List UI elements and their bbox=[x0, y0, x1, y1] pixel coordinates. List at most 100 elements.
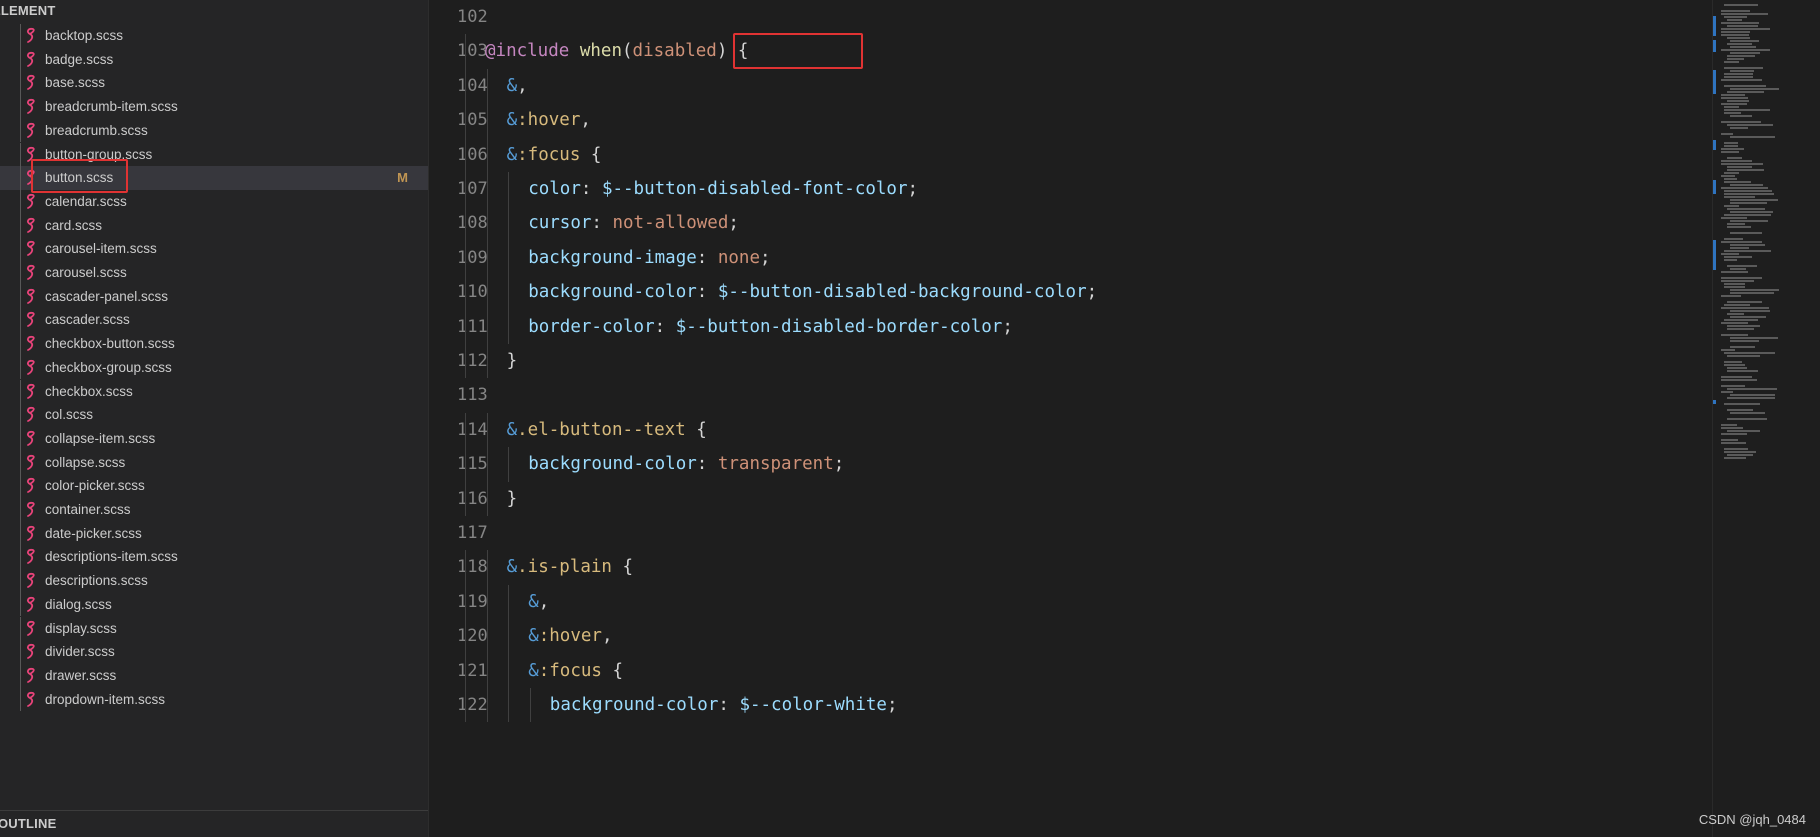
minimap-line bbox=[1730, 211, 1773, 213]
tree-indent-guide bbox=[20, 261, 21, 285]
git-modified-badge: M bbox=[397, 170, 408, 186]
code-text[interactable]: background-image: none; bbox=[528, 241, 770, 275]
code-text[interactable]: background-color: $--color-white; bbox=[550, 688, 898, 722]
code-text[interactable]: &:focus { bbox=[528, 654, 623, 688]
file-item[interactable]: dropdown-item.scss bbox=[0, 687, 428, 712]
minimap-line bbox=[1727, 301, 1762, 303]
minimap-line bbox=[1727, 157, 1742, 159]
scss-file-icon bbox=[26, 691, 35, 707]
code-text[interactable]: &, bbox=[528, 585, 549, 619]
minimap-line bbox=[1727, 25, 1758, 27]
indent-guide bbox=[465, 172, 466, 207]
file-item[interactable]: drawer.scss bbox=[0, 663, 428, 688]
minimap-line bbox=[1727, 58, 1744, 60]
code-token: ; bbox=[886, 695, 898, 715]
code-line: 113 bbox=[429, 378, 1711, 412]
line-number: 122 bbox=[457, 695, 488, 715]
file-item[interactable]: badge.scss bbox=[0, 47, 428, 72]
file-item[interactable]: container.scss bbox=[0, 498, 428, 522]
minimap[interactable] bbox=[1712, 0, 1820, 837]
explorer-section-header[interactable]: ELEMENT bbox=[0, 0, 428, 22]
file-item[interactable]: card.scss bbox=[0, 213, 428, 238]
file-item[interactable]: calendar.scss bbox=[0, 189, 428, 214]
code-text[interactable]: &:hover, bbox=[528, 619, 612, 653]
indent-guide bbox=[465, 619, 466, 654]
minimap-line bbox=[1721, 217, 1747, 219]
file-item[interactable]: descriptions.scss bbox=[0, 569, 428, 593]
file-item-label: divider.scss bbox=[45, 644, 115, 660]
tree-indent-guide bbox=[20, 640, 21, 664]
code-text[interactable]: @include when(disabled) { bbox=[485, 34, 748, 68]
file-item[interactable]: collapse.scss bbox=[0, 450, 428, 475]
file-item-label: color-picker.scss bbox=[45, 478, 145, 494]
file-item[interactable]: date-picker.scss bbox=[0, 521, 428, 546]
code-text[interactable]: &:hover, bbox=[507, 103, 591, 137]
file-item-label: carousel-item.scss bbox=[45, 241, 157, 257]
code-text[interactable]: &:focus { bbox=[507, 138, 602, 172]
file-item[interactable]: cascader.scss bbox=[0, 308, 428, 333]
code-editor[interactable]: 102 103 @include when(disabled) {104 &, 105 &… bbox=[429, 0, 1711, 837]
tree-indent-guide bbox=[20, 355, 21, 380]
code-text[interactable]: &.el-button--text { bbox=[507, 413, 707, 447]
file-item[interactable]: collapse-item.scss bbox=[0, 426, 428, 451]
file-item[interactable]: color-picker.scss bbox=[0, 474, 428, 498]
scss-file-icon bbox=[26, 336, 35, 351]
scss-file-icon bbox=[26, 383, 35, 399]
code-token: ; bbox=[833, 454, 845, 475]
file-item[interactable]: base.scss bbox=[0, 71, 428, 96]
tree-indent-guide bbox=[20, 166, 21, 190]
indent-guide bbox=[465, 412, 466, 448]
indent-guide bbox=[465, 103, 466, 138]
code-line: 121 &:focus { bbox=[429, 653, 1711, 688]
minimap-line bbox=[1724, 259, 1737, 261]
code-text[interactable]: border-color: $--button-disabled-border-… bbox=[528, 310, 1013, 344]
code-text[interactable]: &, bbox=[507, 69, 528, 103]
indent-guide bbox=[508, 240, 510, 276]
file-item[interactable]: descriptions-item.scss bbox=[0, 545, 428, 570]
file-item[interactable]: divider.scss bbox=[0, 640, 428, 664]
minimap-line bbox=[1727, 100, 1749, 102]
code-token: & bbox=[506, 557, 518, 578]
minimap-line bbox=[1724, 205, 1739, 207]
file-item[interactable]: checkbox-group.scss bbox=[0, 355, 428, 380]
tree-indent-guide bbox=[20, 47, 21, 72]
code-text[interactable]: &.is-plain { bbox=[507, 550, 633, 584]
file-item-label: checkbox-group.scss bbox=[45, 359, 172, 375]
code-text[interactable]: cursor: not-allowed; bbox=[528, 206, 739, 240]
file-item[interactable]: checkbox.scss bbox=[0, 379, 428, 404]
file-item-label: base.scss bbox=[45, 75, 106, 91]
code-token: not-allowed bbox=[612, 213, 729, 234]
outline-section-header[interactable]: OUTLINE bbox=[0, 810, 428, 837]
file-item[interactable]: display.scss bbox=[0, 616, 428, 641]
file-item[interactable]: breadcrumb-item.scss bbox=[0, 95, 428, 119]
file-item[interactable]: backtop.scss bbox=[0, 24, 428, 48]
minimap-line bbox=[1727, 208, 1765, 210]
file-item[interactable]: dialog.scss bbox=[0, 592, 428, 617]
code-text[interactable]: } bbox=[507, 344, 518, 378]
file-item[interactable]: col.scss bbox=[0, 403, 428, 427]
scss-file-icon bbox=[26, 620, 35, 636]
code-text[interactable]: background-color: $--button-disabled-bac… bbox=[528, 275, 1097, 309]
file-item[interactable]: checkbox-button.scss bbox=[0, 332, 428, 356]
code-text[interactable]: color: $--button-disabled-font-color; bbox=[528, 172, 918, 206]
indent-guide bbox=[486, 412, 488, 448]
code-line: 108 cursor: not-allowed; bbox=[429, 206, 1711, 241]
code-line: 109 background-image: none; bbox=[429, 240, 1711, 276]
scss-file-icon bbox=[26, 51, 35, 67]
code-token: background-color bbox=[549, 695, 719, 715]
code-line: 118 &.is-plain { bbox=[429, 550, 1711, 585]
file-item[interactable]: button.scss M bbox=[0, 159, 428, 194]
code-text[interactable]: } bbox=[507, 482, 518, 516]
code-line: 114 &.el-button--text { bbox=[429, 412, 1711, 448]
code-token: $--color-white bbox=[739, 695, 887, 715]
file-item[interactable]: cascader-panel.scss bbox=[0, 284, 428, 309]
code-text[interactable]: background-color: transparent; bbox=[528, 447, 844, 481]
file-item[interactable]: carousel.scss bbox=[0, 261, 428, 285]
minimap-line bbox=[1730, 88, 1779, 90]
code-token: border-color bbox=[528, 316, 655, 337]
minimap-line bbox=[1727, 91, 1764, 93]
file-item[interactable]: carousel-item.scss bbox=[0, 237, 428, 261]
file-item[interactable]: breadcrumb.scss bbox=[0, 118, 428, 143]
minimap-line bbox=[1721, 439, 1738, 441]
indent-guide bbox=[508, 206, 510, 241]
